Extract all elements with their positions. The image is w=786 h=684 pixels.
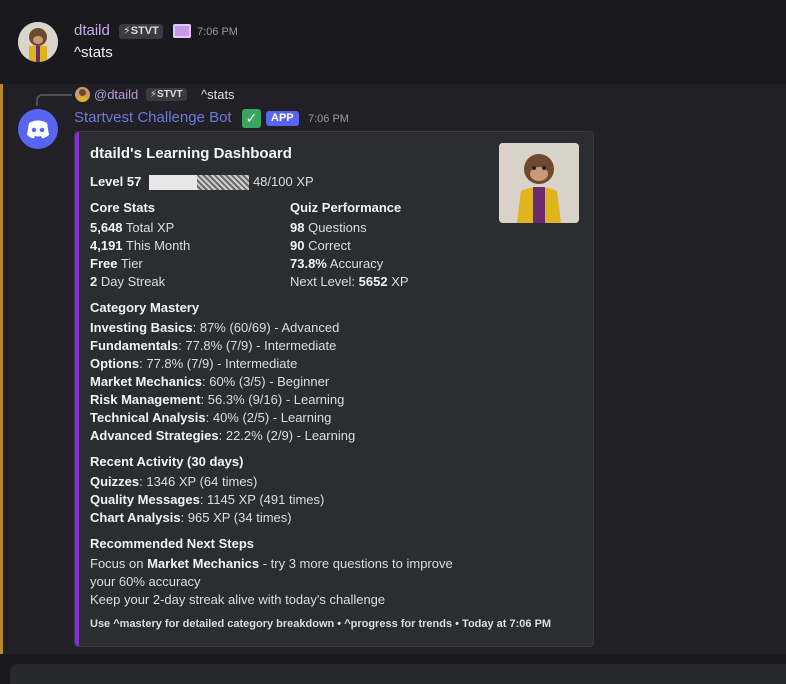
embed-title: dtaild's Learning Dashboard [90, 145, 292, 162]
core-stat-value: 4,191 [90, 238, 123, 253]
quiz-heading: Quiz Performance [290, 200, 402, 215]
reply-connector [36, 94, 72, 106]
category-detail: : 87% (60/69) - Advanced [192, 320, 340, 335]
mastery-row: Investing Basics: 87% (60/69) - Advanced [90, 320, 339, 335]
core-stat-label: Tier [117, 256, 143, 271]
category-detail: : 40% (2/5) - Learning [205, 410, 332, 425]
message-input-box[interactable] [10, 664, 786, 684]
next-steps-heading: Recommended Next Steps [90, 536, 254, 551]
reply-content[interactable]: ^stats [201, 87, 235, 102]
next-step-line-1: Focus on Market Mechanics - try 3 more q… [90, 556, 453, 571]
mastery-row: Advanced Strategies: 22.2% (2/9) - Learn… [90, 428, 355, 443]
level-row: Level 57 48/100 XP [90, 174, 314, 191]
quiz-label: Correct [304, 238, 351, 253]
activity-row: Quality Messages: 1145 XP (491 times) [90, 492, 324, 507]
bot-avatar[interactable] [18, 109, 58, 149]
user-avatar[interactable] [18, 22, 58, 62]
core-stat-row: Free Tier [90, 256, 143, 271]
quiz-label: Accuracy [326, 256, 384, 271]
quiz-label: Questions [304, 220, 367, 235]
category-name: Advanced Strategies [90, 428, 219, 443]
core-stat-label: Total XP [122, 220, 175, 235]
discord-logo-icon [27, 120, 49, 139]
category-detail: : 22.2% (2/9) - Learning [218, 428, 356, 443]
category-detail: : 77.8% (7/9) - Intermediate [139, 356, 298, 371]
app-badge: APP [266, 111, 299, 126]
embed-accent-bar [75, 132, 79, 646]
xp-text: 48/100 XP [252, 174, 314, 189]
embed-footer: Use ^mastery for detailed category break… [90, 618, 552, 630]
core-stat-row: 4,191 This Month [90, 238, 190, 253]
quiz-row: 73.8% Accuracy [290, 256, 383, 271]
core-stats-heading: Core Stats [90, 200, 156, 215]
category-name: Technical Analysis [90, 410, 206, 425]
verified-check-icon: ✓ [242, 109, 261, 128]
category-name: Investing Basics [90, 320, 193, 335]
activity-detail: : 965 XP (34 times) [180, 510, 292, 525]
category-name: Risk Management [90, 392, 201, 407]
core-stat-label: Day Streak [97, 274, 166, 289]
next-step-prefix: Focus on [90, 556, 148, 571]
next-level-unit: XP [387, 274, 409, 289]
message-content: ^stats [74, 44, 113, 61]
bot-name[interactable]: Startvest Challenge Bot [74, 109, 232, 126]
mastery-row: Options: 77.8% (7/9) - Intermediate [90, 356, 297, 371]
activity-detail: : 1346 XP (64 times) [139, 474, 258, 489]
core-stat-row: 2 Day Streak [90, 274, 165, 289]
core-stat-value: 5,648 [90, 220, 123, 235]
category-name: Options [90, 356, 140, 371]
category-detail: : 60% (3/5) - Beginner [202, 374, 330, 389]
embed-thumbnail[interactable] [499, 143, 579, 223]
mastery-heading: Category Mastery [90, 300, 200, 315]
mention-highlight-bar [0, 84, 3, 654]
quiz-row: 90 Correct [290, 238, 351, 253]
next-step-line-3: Keep your 2-day streak alive with today'… [90, 592, 386, 607]
mastery-row: Market Mechanics: 60% (3/5) - Beginner [90, 374, 329, 389]
next-step-line-2: your 60% accuracy [90, 574, 201, 589]
message-1: dtaild ⚡STVT 7:06 PM ^stats [0, 0, 786, 84]
quiz-value: 73.8% [290, 256, 327, 271]
category-name: Fundamentals [90, 338, 179, 353]
author-name[interactable]: dtaild [74, 22, 110, 39]
timestamp: 7:06 PM [197, 26, 238, 38]
core-stat-label: This Month [122, 238, 191, 253]
xp-fill [148, 175, 197, 191]
activity-row: Chart Analysis: 965 XP (34 times) [90, 510, 292, 525]
activity-name: Quizzes [90, 474, 140, 489]
level-label: Level 57 [90, 174, 142, 189]
server-tag[interactable]: ⚡STVT [119, 24, 163, 39]
next-step-category: Market Mechanics [147, 556, 260, 571]
core-stat-row: 5,648 Total XP [90, 220, 174, 235]
xp-dither [196, 175, 249, 191]
mastery-row: Risk Management: 56.3% (9/16) - Learning [90, 392, 344, 407]
activity-name: Quality Messages [90, 492, 200, 507]
activity-name: Chart Analysis [90, 510, 181, 525]
category-name: Market Mechanics [90, 374, 202, 389]
quiz-value: 90 [290, 238, 305, 253]
quiz-value: 98 [290, 220, 305, 235]
next-level-label: Next Level: [290, 274, 359, 289]
activity-row: Quizzes: 1346 XP (64 times) [90, 474, 257, 489]
quiz-row: 98 Questions [290, 220, 367, 235]
mastery-row: Technical Analysis: 40% (2/5) - Learning [90, 410, 331, 425]
category-detail: : 77.8% (7/9) - Intermediate [178, 338, 337, 353]
bot-timestamp: 7:06 PM [308, 113, 349, 125]
category-detail: : 56.3% (9/16) - Learning [200, 392, 345, 407]
reply-avatar[interactable] [75, 87, 90, 102]
activity-heading: Recent Activity (30 days) [90, 454, 244, 469]
activity-detail: : 1145 XP (491 times) [199, 492, 325, 507]
next-level-value: 5652 [358, 274, 388, 289]
xp-progress-bar [148, 175, 249, 191]
mastery-row: Fundamentals: 77.8% (7/9) - Intermediate [90, 338, 336, 353]
core-stat-value: Free [90, 256, 118, 271]
next-step-suffix: - try 3 more questions to improve [259, 556, 453, 571]
stats-embed: dtaild's Learning Dashboard Level 57 48/… [74, 131, 594, 647]
next-level-row: Next Level: 5652 XP [290, 274, 409, 289]
flag-badge-icon [173, 24, 191, 38]
reply-author[interactable]: @dtaild [94, 87, 138, 102]
reply-server-tag[interactable]: ⚡STVT [146, 88, 187, 101]
